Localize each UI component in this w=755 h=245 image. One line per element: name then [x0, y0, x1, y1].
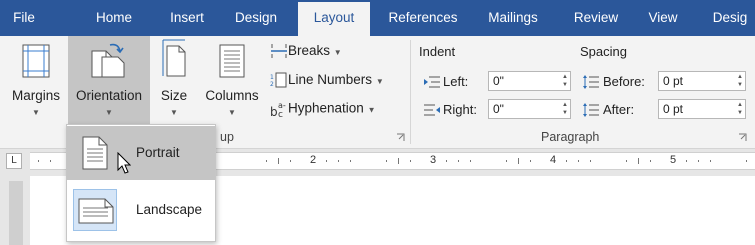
ruler-number: 4 — [550, 154, 557, 166]
size-icon — [162, 39, 186, 77]
indent-left-spinner-icon[interactable]: ▲ ▼ — [562, 73, 568, 89]
breaks-icon — [271, 44, 287, 59]
landscape-icon-box — [73, 189, 117, 231]
breaks-label: Breaks — [288, 43, 331, 58]
indent-left-value: 0" — [493, 74, 504, 88]
line-numbers-label: Line Numbers — [288, 72, 373, 87]
spacing-after-value: 0 pt — [663, 102, 684, 116]
indent-right-label: Right: — [443, 102, 477, 117]
orientation-icon — [91, 43, 125, 78]
indent-right-icon — [424, 104, 440, 116]
mouse-cursor-icon — [117, 152, 131, 174]
indent-right-input[interactable]: 0" ▲ ▼ — [488, 99, 571, 119]
tab-view[interactable]: View — [641, 0, 685, 36]
tab-layout[interactable]: Layout — [298, 2, 370, 36]
columns-label: Columns — [205, 88, 259, 103]
svg-text:a-: a- — [278, 101, 286, 110]
line-numbers-button[interactable]: 1 2 Line Numbers ▼ — [270, 72, 384, 88]
tab-home[interactable]: Home — [85, 0, 143, 36]
margins-button[interactable]: Margins ▼ — [4, 36, 68, 126]
portrait-icon-box — [73, 132, 117, 174]
spacing-before-label: Before: — [603, 74, 645, 89]
indent-left-input[interactable]: 0" ▲ ▼ — [488, 71, 571, 91]
hyphenation-button[interactable]: b a- c Hyphenation ▼ — [270, 100, 376, 118]
tab-references[interactable]: References — [381, 0, 465, 36]
size-caret-icon: ▼ — [170, 108, 178, 117]
ruler-number: 3 — [430, 154, 437, 166]
ruler-number: 2 — [310, 154, 317, 166]
columns-icon — [219, 44, 245, 78]
margins-caret-icon: ▼ — [32, 108, 40, 117]
hyphenation-caret-icon: ▼ — [367, 105, 376, 115]
spacing-after-icon — [583, 103, 599, 117]
indent-right-spinner-icon[interactable]: ▲ ▼ — [562, 101, 568, 117]
paragraph-group-label: Paragraph — [541, 130, 600, 144]
menu-item-landscape-label: Landscape — [136, 202, 203, 217]
vertical-ruler — [9, 181, 23, 245]
orientation-caret-icon: ▼ — [105, 108, 113, 117]
spacing-before-input[interactable]: 0 pt ▲ ▼ — [658, 71, 746, 91]
tab-review[interactable]: Review — [566, 0, 626, 36]
hyphenation-label: Hyphenation — [288, 100, 364, 116]
tab-selector[interactable]: L — [6, 153, 22, 169]
breaks-caret-icon: ▼ — [333, 48, 342, 57]
svg-text:2: 2 — [270, 81, 274, 88]
spacing-after-spinner-icon[interactable]: ▲ ▼ — [737, 101, 743, 117]
svg-text:1: 1 — [270, 74, 274, 81]
line-numbers-icon: 1 2 — [270, 72, 287, 88]
line-numbers-caret-icon: ▼ — [375, 77, 384, 86]
breaks-button[interactable]: Breaks ▼ — [270, 43, 342, 59]
ruler-number: 5 — [670, 154, 677, 166]
tab-file[interactable]: File — [0, 0, 48, 36]
indent-heading: Indent — [419, 44, 456, 59]
page-setup-group-label: up — [220, 130, 234, 144]
spacing-before-icon — [583, 75, 599, 89]
svg-text:b: b — [270, 105, 278, 118]
spacing-after-label: After: — [603, 102, 635, 117]
spacing-after-input[interactable]: 0 pt ▲ ▼ — [658, 99, 746, 119]
columns-caret-icon: ▼ — [228, 108, 236, 117]
tab-design[interactable]: Design — [226, 0, 286, 36]
svg-text:c: c — [278, 110, 283, 118]
hyphenation-icon: b a- c — [270, 101, 286, 118]
indent-left-label: Left: — [443, 74, 469, 89]
paragraph-launcher-icon[interactable] — [738, 133, 747, 142]
size-label: Size — [160, 88, 188, 103]
menu-item-landscape[interactable]: Landscape — [67, 183, 215, 237]
portrait-icon — [82, 136, 108, 170]
tab-design-2[interactable]: Desig — [700, 0, 755, 36]
spacing-before-value: 0 pt — [663, 74, 684, 88]
menu-item-portrait[interactable]: Portrait — [67, 126, 215, 180]
menu-item-portrait-label: Portrait — [136, 145, 180, 160]
ribbon-tab-bar: File Home Insert Design Layout Reference… — [0, 0, 755, 36]
group-separator — [410, 40, 411, 144]
landscape-icon — [78, 198, 114, 224]
tab-mailings[interactable]: Mailings — [478, 0, 548, 36]
orientation-menu: Portrait Landscape — [66, 124, 216, 242]
orientation-button[interactable]: Orientation ▼ — [68, 36, 150, 126]
margins-label: Margins — [11, 88, 60, 103]
indent-right-value: 0" — [493, 102, 504, 116]
margins-icon — [22, 44, 50, 78]
size-button[interactable]: Size ▼ — [152, 36, 196, 126]
indent-left-icon — [424, 76, 440, 88]
spacing-heading: Spacing — [580, 44, 627, 59]
tab-insert[interactable]: Insert — [159, 0, 215, 36]
orientation-label: Orientation — [75, 88, 143, 103]
spacing-before-spinner-icon[interactable]: ▲ ▼ — [737, 73, 743, 89]
page-setup-launcher-icon[interactable] — [396, 133, 405, 142]
columns-button[interactable]: Columns ▼ — [200, 36, 264, 126]
